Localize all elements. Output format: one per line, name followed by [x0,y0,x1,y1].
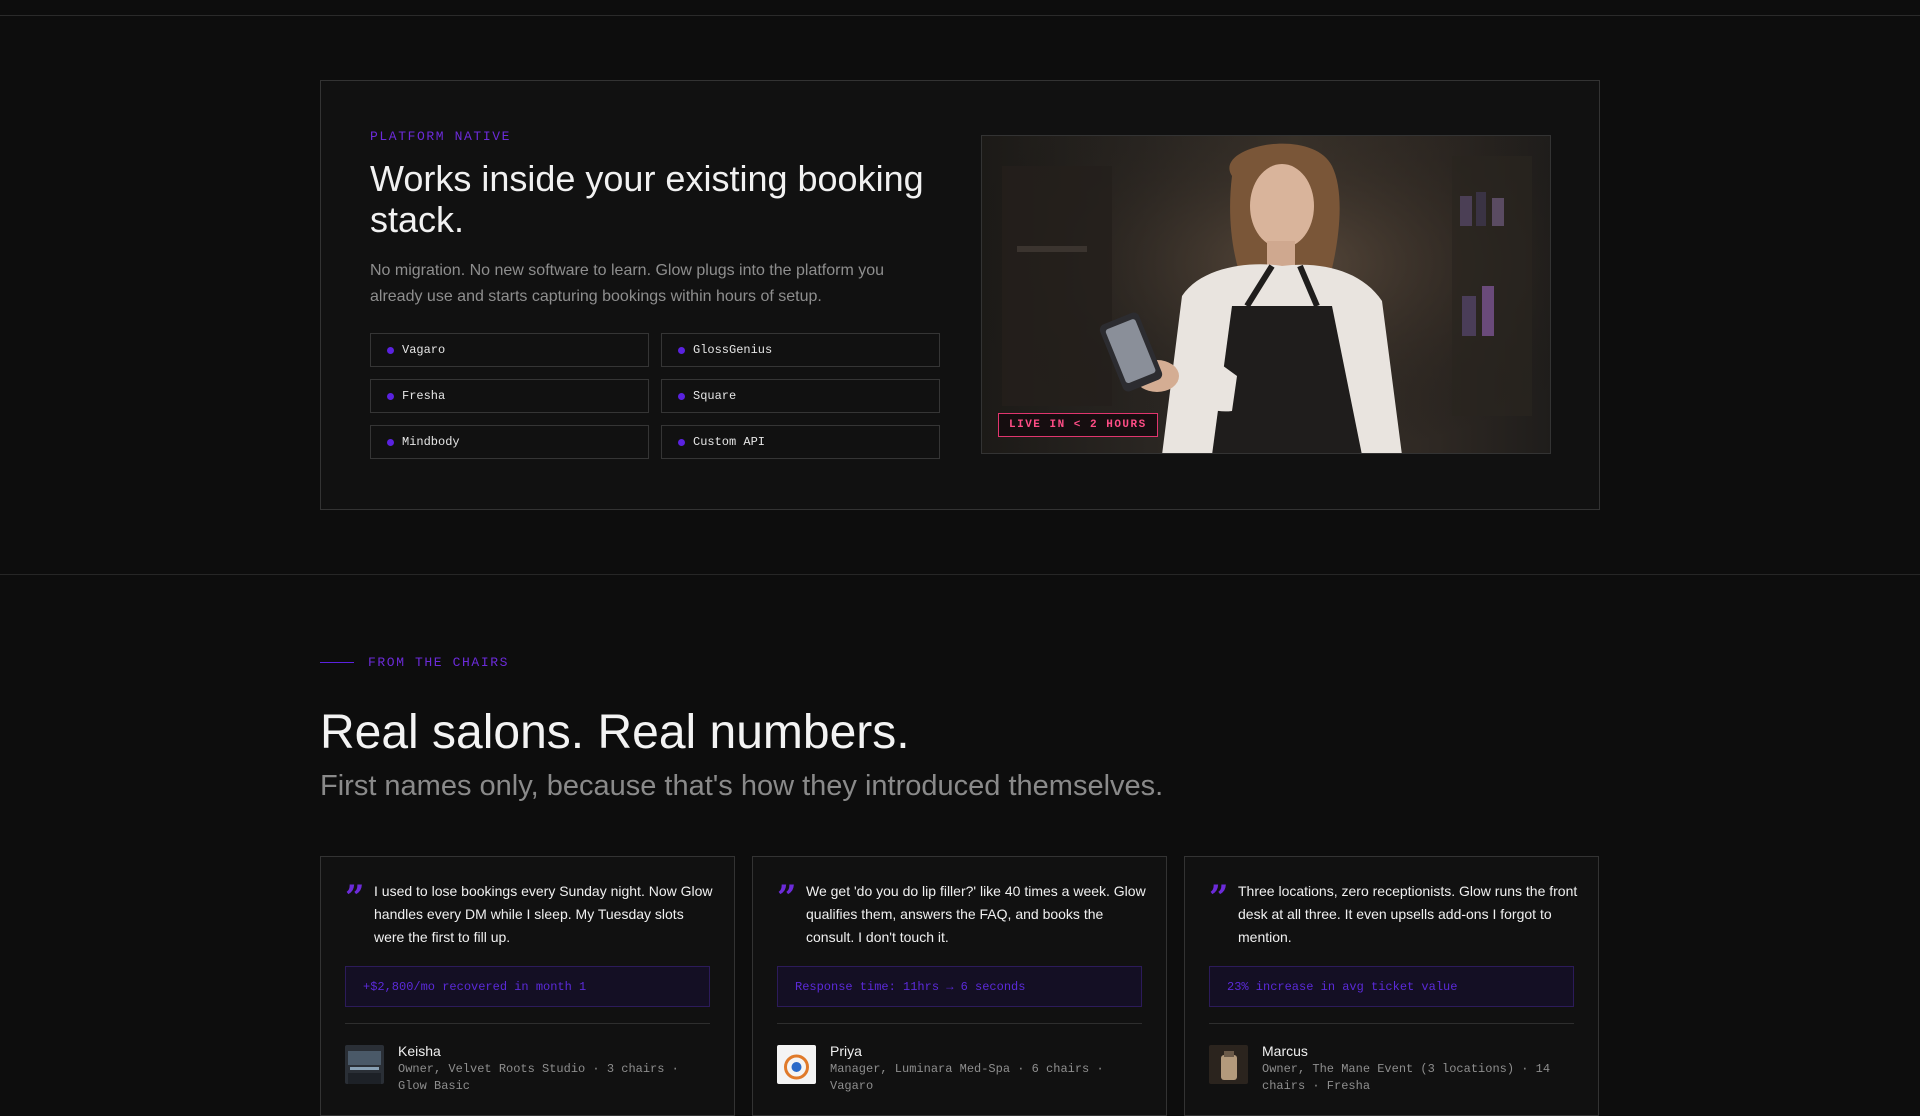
card-divider [777,1023,1142,1024]
person-role: Manager, Luminara Med-Spa · 6 chairs · V… [830,1062,1104,1093]
integration-vagaro: Vagaro [370,333,649,367]
testimonial-quote: We get 'do you do lip filler?' like 40 t… [806,883,1146,945]
avatar [345,1045,384,1084]
card-divider [345,1023,710,1024]
avatar-image [777,1045,816,1084]
platform-title: Works inside your existing booking stack… [370,158,924,240]
testimonial-card-priya: ” We get 'do you do lip filler?' like 40… [752,856,1167,1116]
integration-label: Square [693,389,737,403]
testimonial-quote: I used to lose bookings every Sunday nig… [374,883,713,945]
testimonial-metric: Response time: 11hrs → 6 seconds [777,966,1142,1007]
integration-fresha: Fresha [370,379,649,413]
person-role: Owner, Velvet Roots Studio · 3 chairs · … [398,1062,679,1093]
eyebrow-line [320,662,354,663]
integration-mindbody: Mindbody [370,425,649,459]
integration-glossgenius: GlossGenius [661,333,940,367]
avatar-image [345,1045,384,1084]
card-divider [1209,1023,1574,1024]
platform-eyebrow: PLATFORM NATIVE [370,129,512,144]
quote-icon: ” [345,878,365,918]
dot-icon [678,392,685,400]
platform-native-card: PLATFORM NATIVE Works inside your existi… [320,80,1600,510]
dot-icon [387,392,394,400]
chairs-eyebrow: FROM THE CHAIRS [320,655,509,670]
integration-square: Square [661,379,940,413]
integration-custom-api: Custom API [661,425,940,459]
integration-label: Vagaro [402,343,446,357]
avatar-image [1209,1045,1248,1084]
top-border [0,15,1920,16]
salon-stylist-photo: LIVE IN < 2 HOURS [981,135,1551,454]
chairs-eyebrow-text: FROM THE CHAIRS [368,655,510,670]
platform-description: No migration. No new software to learn. … [370,262,885,305]
testimonial-card-marcus: ” Three locations, zero receptionists. G… [1184,856,1599,1116]
person-name: Marcus [1262,1043,1308,1059]
integration-label: Fresha [402,389,446,403]
person-role: Owner, The Mane Event (3 locations) · 14… [1262,1062,1551,1093]
integration-list: Vagaro GlossGenius Fresha Square Mindbod… [370,333,940,459]
dot-icon [678,346,685,354]
live-time-badge: LIVE IN < 2 HOURS [998,413,1158,437]
quote-icon: ” [1209,878,1229,918]
dot-icon [387,438,394,446]
section-divider [0,574,1920,575]
testimonials-subtitle: First names only, because that's how the… [320,770,1164,802]
testimonial-metric: +$2,800/mo recovered in month 1 [345,966,710,1007]
testimonial-card-keisha: ” I used to lose bookings every Sunday n… [320,856,735,1116]
testimonial-metric: 23% increase in avg ticket value [1209,966,1574,1007]
avatar [777,1045,816,1084]
platform-copy: PLATFORM NATIVE Works inside your existi… [370,129,940,459]
integration-label: Custom API [693,435,766,449]
dot-icon [387,346,394,354]
testimonials-title: Real salons. Real numbers. [320,706,910,759]
quote-icon: ” [777,878,797,918]
person-name: Keisha [398,1043,441,1059]
avatar [1209,1045,1248,1084]
stylist-illustration [982,136,1550,453]
testimonial-quote: Three locations, zero receptionists. Glo… [1238,883,1578,945]
person-name: Priya [830,1043,862,1059]
dot-icon [678,438,685,446]
integration-label: GlossGenius [693,343,773,357]
integration-label: Mindbody [402,435,460,449]
